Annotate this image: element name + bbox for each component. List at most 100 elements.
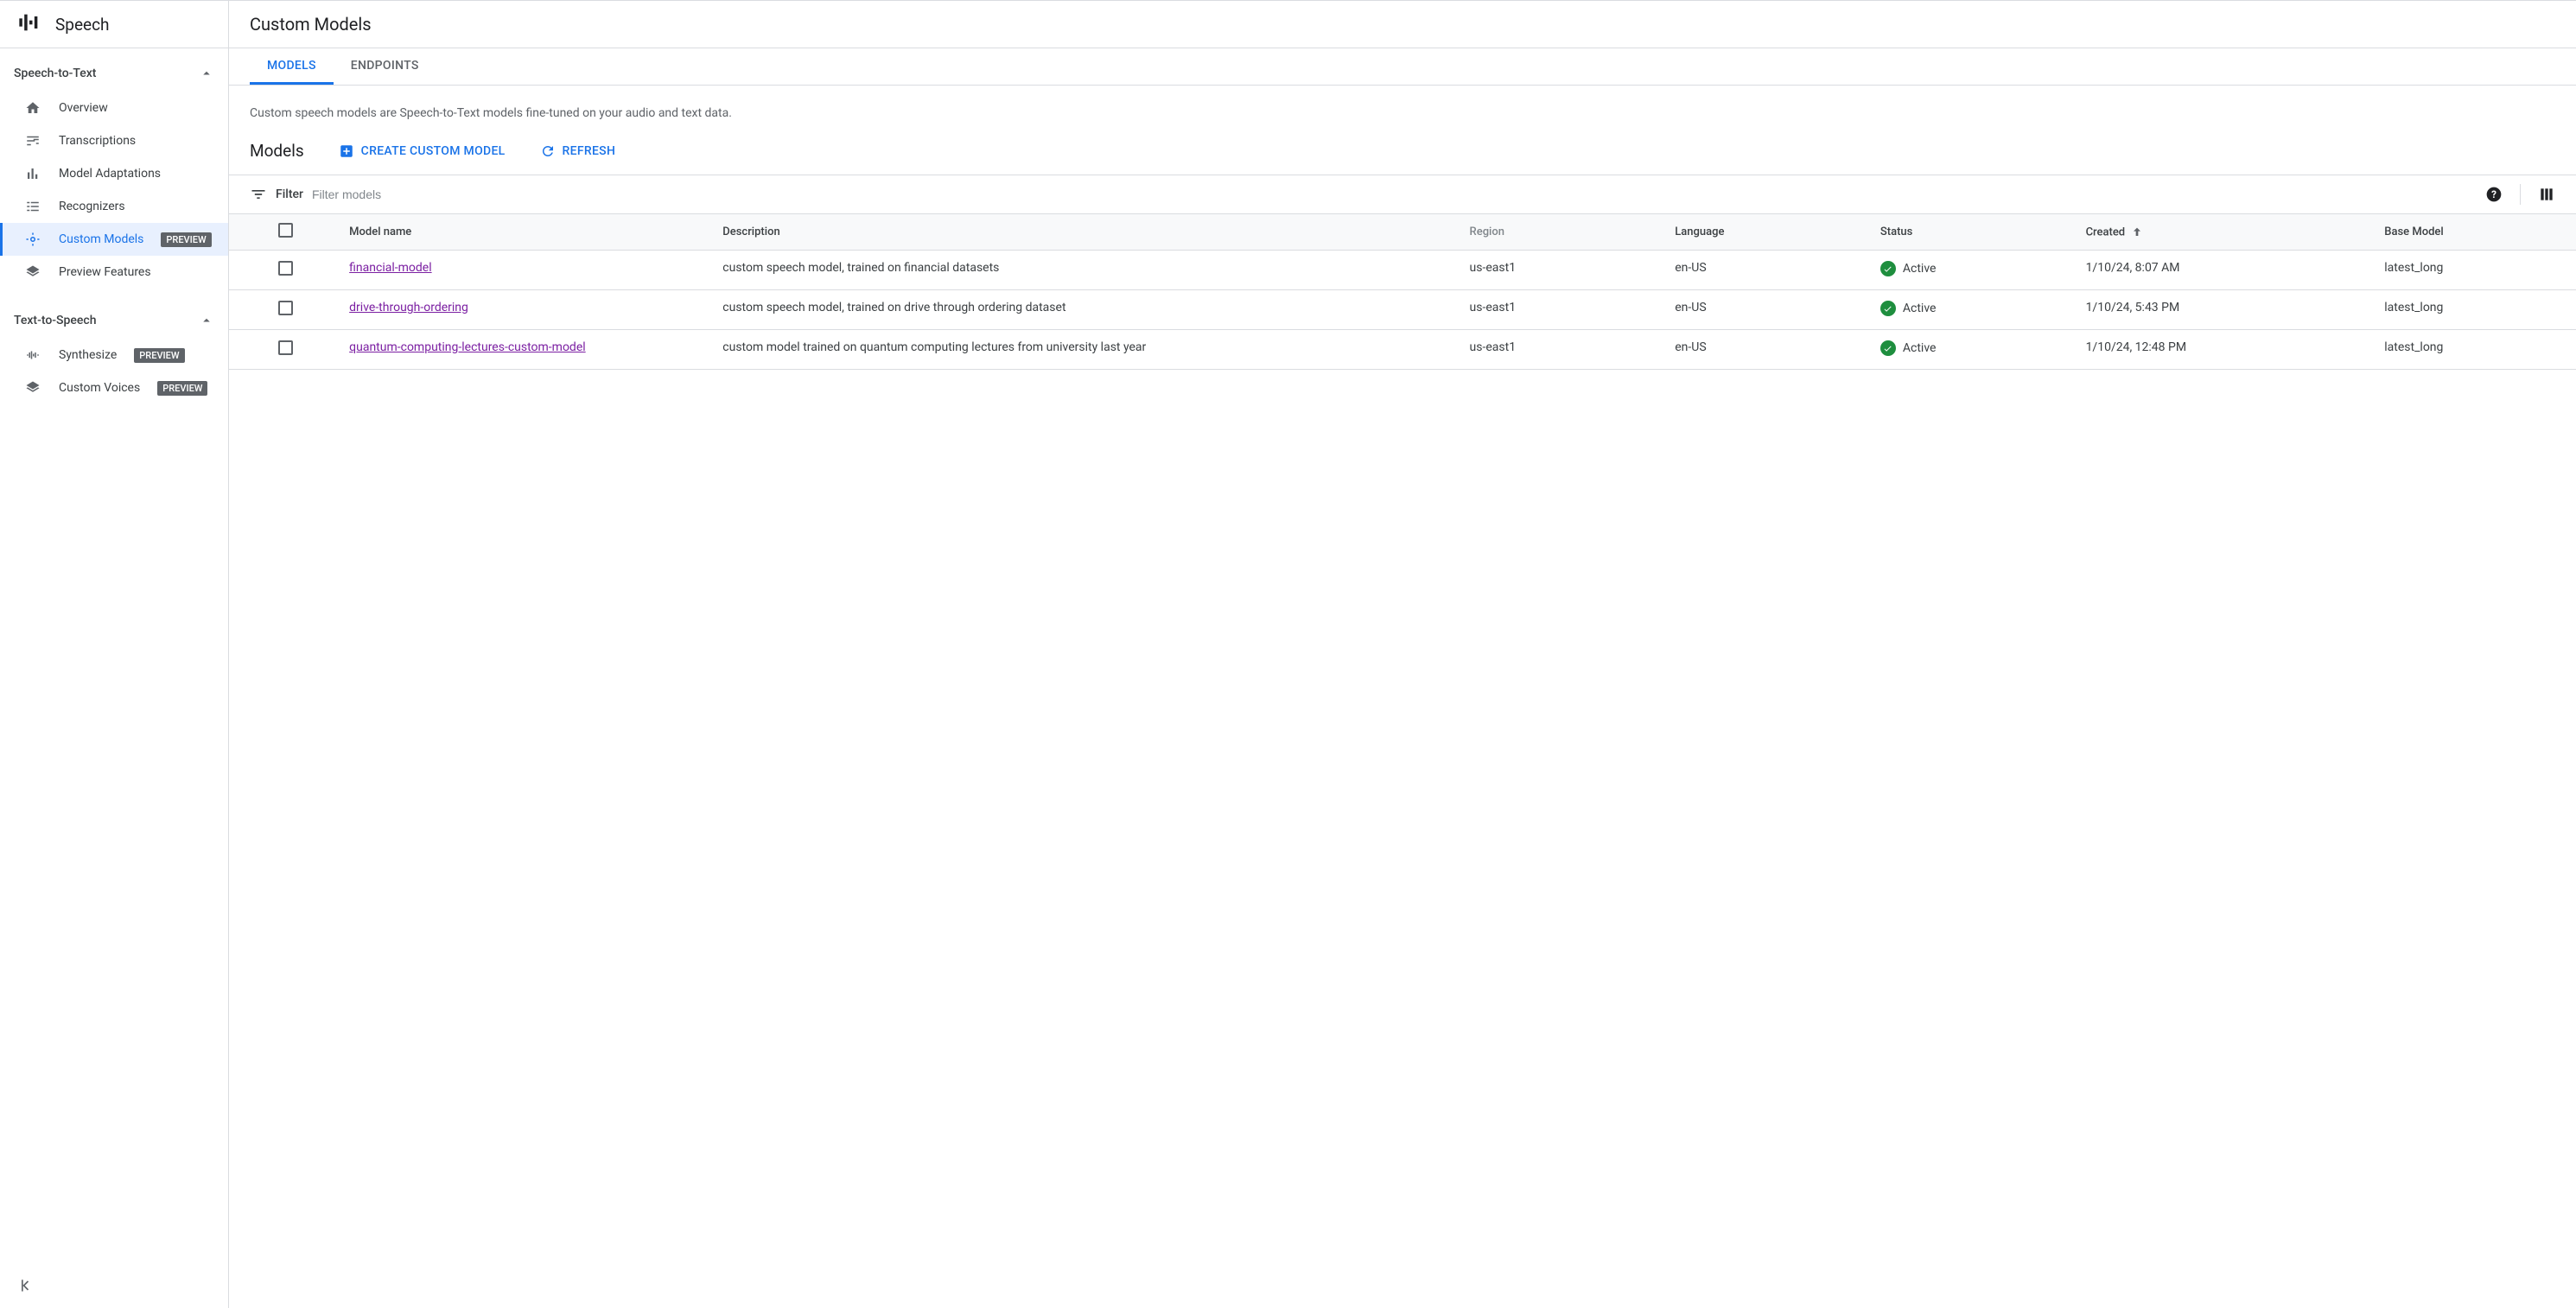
model-status: Active [1880,261,2058,276]
sidebar-item-label: Transcriptions [59,134,136,148]
model-region: us-east1 [1456,290,1662,330]
col-base-model[interactable]: Base Model [2370,214,2576,251]
sidebar: Speech Speech-to-Text Overview Transcrip… [0,0,229,1308]
content: Custom speech models are Speech-to-Text … [229,86,2576,1308]
svg-text:?: ? [2491,188,2496,200]
section-title: Models [250,141,304,161]
nav-section-tts: Text-to-Speech Synthesize PREVIEW Custom… [0,295,228,411]
description-text: Custom speech models are Speech-to-Text … [229,106,2576,141]
col-region[interactable]: Region [1456,214,1662,251]
sidebar-item-preview-features[interactable]: Preview Features [0,256,228,289]
sidebar-item-recognizers[interactable]: Recognizers [0,190,228,223]
table-row: quantum-computing-lectures-custom-model … [229,330,2576,370]
filter-right: ? [2485,184,2555,205]
filter-label: Filter [276,187,303,201]
sidebar-item-label: Custom Voices [59,381,140,395]
table-row: financial-model custom speech model, tra… [229,251,2576,290]
page-title: Custom Models [250,14,372,35]
create-label: CREATE CUSTOM MODEL [361,144,506,158]
section-label: Text-to-Speech [14,314,96,327]
sidebar-item-label: Model Adaptations [59,167,161,181]
layers-icon [24,264,41,280]
row-checkbox[interactable] [278,261,293,276]
filter-input[interactable] [312,187,2477,201]
preview-badge: PREVIEW [157,381,207,396]
refresh-button[interactable]: REFRESH [540,143,616,159]
sidebar-item-custom-voices[interactable]: Custom Voices PREVIEW [0,371,228,404]
sidebar-item-model-adaptations[interactable]: Model Adaptations [0,157,228,190]
sidebar-item-custom-models[interactable]: Custom Models PREVIEW [0,223,228,256]
create-custom-model-button[interactable]: CREATE CUSTOM MODEL [339,143,506,159]
section-header-tts[interactable]: Text-to-Speech [0,302,228,339]
chevron-up-icon [199,313,214,328]
model-language: en-US [1661,251,1867,290]
check-circle-icon [1880,340,1896,356]
help-icon[interactable]: ? [2485,186,2503,203]
model-base: latest_long [2370,290,2576,330]
tabs: MODELS ENDPOINTS [229,48,2576,86]
select-all-checkbox[interactable] [278,223,293,238]
tab-endpoints[interactable]: ENDPOINTS [334,48,436,85]
model-region: us-east1 [1456,251,1662,290]
check-circle-icon [1880,301,1896,316]
list-icon [24,199,41,214]
col-status[interactable]: Status [1867,214,2072,251]
filter-icon [250,186,267,203]
wave-icon [24,347,41,363]
model-status: Active [1880,340,2058,356]
nav-section-stt: Speech-to-Text Overview Transcriptions M… [0,48,228,295]
sidebar-title: Speech [55,15,110,35]
model-language: en-US [1661,290,1867,330]
sidebar-item-label: Preview Features [59,265,151,279]
column-settings-icon[interactable] [2538,186,2555,203]
equalizer-icon [24,166,41,181]
layers-icon [24,380,41,396]
sidebar-item-synthesize[interactable]: Synthesize PREVIEW [0,339,228,371]
tab-models[interactable]: MODELS [250,48,334,85]
sidebar-item-label: Synthesize [59,348,117,362]
model-description: custom speech model, trained on financia… [709,251,1455,290]
check-circle-icon [1880,261,1896,276]
sidebar-item-label: Overview [59,101,108,115]
row-checkbox[interactable] [278,301,293,315]
table-header-row: Model name Description Region Language S… [229,214,2576,251]
sidebar-header: Speech [0,0,228,48]
main: Custom Models MODELS ENDPOINTS Custom sp… [229,0,2576,1308]
select-all-column [229,214,335,251]
speech-brand-icon [17,10,41,38]
models-table: Model name Description Region Language S… [229,214,2576,370]
main-header: Custom Models [229,0,2576,48]
model-base: latest_long [2370,251,2576,290]
col-language[interactable]: Language [1661,214,1867,251]
arrow-up-icon [2130,225,2144,239]
tune-icon [24,232,41,247]
model-base: latest_long [2370,330,2576,370]
sidebar-item-transcriptions[interactable]: Transcriptions [0,124,228,157]
home-icon [24,100,41,116]
model-status: Active [1880,301,2058,316]
model-description: custom speech model, trained on drive th… [709,290,1455,330]
model-name-link[interactable]: financial-model [349,261,431,275]
filter-bar: Filter ? [229,175,2576,214]
col-created[interactable]: Created [2072,214,2371,251]
table-row: drive-through-ordering custom speech mod… [229,290,2576,330]
sidebar-item-overview[interactable]: Overview [0,92,228,124]
collapse-sidebar-button[interactable] [17,1277,35,1298]
col-created-label: Created [2086,225,2126,238]
add-box-icon [339,143,354,159]
model-created: 1/10/24, 5:43 PM [2072,290,2371,330]
model-created: 1/10/24, 12:48 PM [2072,330,2371,370]
col-name[interactable]: Model name [335,214,709,251]
row-checkbox[interactable] [278,340,293,355]
model-name-link[interactable]: drive-through-ordering [349,301,468,314]
refresh-icon [540,143,556,159]
section-label: Speech-to-Text [14,67,96,80]
model-region: us-east1 [1456,330,1662,370]
sidebar-item-label: Recognizers [59,200,125,213]
col-description[interactable]: Description [709,214,1455,251]
sliders-icon [24,133,41,149]
chevron-up-icon [199,66,214,81]
section-header-stt[interactable]: Speech-to-Text [0,55,228,92]
model-description: custom model trained on quantum computin… [709,330,1455,370]
model-name-link[interactable]: quantum-computing-lectures-custom-model [349,340,586,354]
